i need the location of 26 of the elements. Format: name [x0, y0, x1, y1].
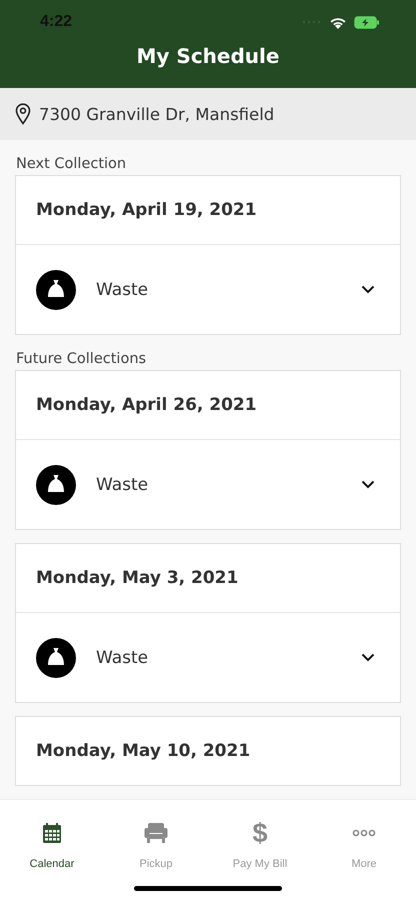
trash-bag-icon	[36, 638, 76, 678]
screen-title: My Schedule	[136, 44, 280, 68]
wifi-icon	[329, 16, 347, 28]
more-icon	[352, 829, 376, 837]
location-pin-icon	[15, 103, 31, 125]
collection-date: Monday, May 10, 2021	[35, 740, 252, 763]
section-label: Future Collections	[16, 351, 148, 367]
collection-date: Monday, April 26, 2021	[35, 394, 258, 417]
collection-row[interactable]: Waste	[16, 439, 400, 529]
address-text: 7300 Granville Dr, Mansfield	[39, 104, 274, 124]
battery-icon	[354, 16, 380, 28]
dollar-icon: $	[252, 820, 268, 846]
collection-date: Monday, April 19, 2021	[35, 199, 258, 222]
collection-type: Waste	[96, 280, 150, 300]
calendar-icon	[42, 822, 62, 844]
tab-button[interactable]: Calendar	[0, 800, 104, 878]
status-time: 4:22	[40, 13, 72, 31]
armchair-icon	[144, 822, 168, 844]
collection-type: Waste	[96, 648, 150, 668]
collection-type: Waste	[96, 474, 150, 494]
trash-bag-icon	[36, 270, 76, 310]
section-label: Next Collection	[16, 156, 128, 172]
collection-row[interactable]: Waste	[16, 244, 400, 334]
trash-bag-icon	[36, 464, 76, 504]
collection-date: Monday, May 3, 2021	[35, 567, 240, 590]
collection-row[interactable]: Waste	[16, 612, 400, 702]
